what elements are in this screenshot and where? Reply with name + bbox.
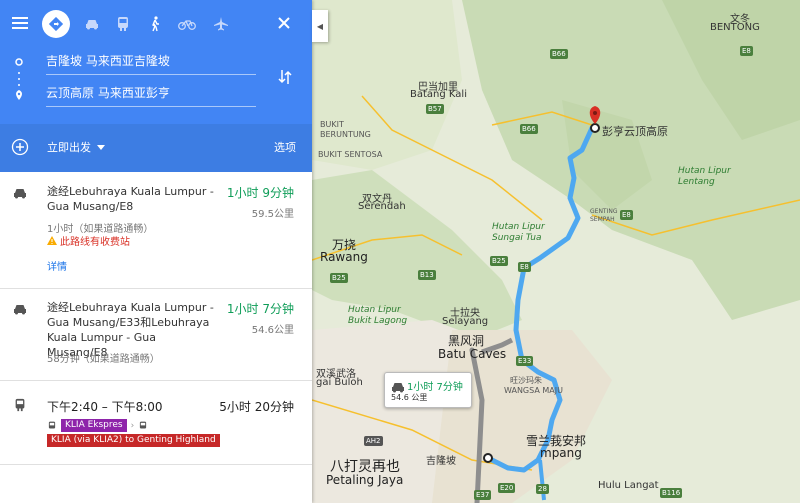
route-time: 1小时 9分钟 (226, 186, 294, 200)
route-dots-icon (15, 58, 23, 100)
add-destination-icon[interactable] (10, 137, 30, 157)
toll-warning: 此路线有收费站 (47, 233, 130, 248)
road-shield: E33 (516, 356, 534, 366)
toll-warning-text: 此路线有收费站 (60, 237, 130, 248)
road-shield: E8 (518, 262, 531, 272)
details-link[interactable]: 详情 (47, 258, 67, 273)
route-option-transit[interactable]: 下午2:40 – 下午8:00 5小时 20分钟 KLIA Ekspres › … (0, 380, 312, 465)
road-shield: E8 (620, 210, 633, 220)
road-shield: B25 (330, 273, 348, 283)
swap-icon[interactable] (274, 66, 296, 88)
transit-schedule: 下午2:40 – 下午8:00 (47, 400, 163, 414)
map-label-wangsa-cn: 旺沙玛朱 (510, 376, 542, 385)
walk-icon[interactable] (141, 10, 169, 38)
road-shield: 28 (536, 484, 549, 494)
road-shield: B13 (418, 270, 436, 280)
genting-bus-badge: KLIA (via KLIA2) to Genting Highland (47, 434, 220, 447)
car-icon[interactable] (78, 10, 106, 38)
map-label-ampang: mpang (540, 446, 582, 460)
transit-line-1: KLIA Ekspres › (47, 419, 148, 432)
route-via: 途经Lebuhraya Kuala Lumpur - Gua Musang/E8 (47, 185, 214, 213)
options-button[interactable]: 选项 (274, 139, 296, 155)
tooltip-time: 1小时 7分钟 (407, 382, 463, 393)
map-label-selayang: Selayang (442, 316, 489, 327)
travel-mode-bar (0, 0, 312, 46)
menu-icon[interactable] (10, 13, 30, 33)
directions-panel: 吉隆坡 马来西亚吉隆坡 云顶高原 马来西亚彭亨 立即出发 选项 途经Lebuhr… (0, 0, 312, 503)
route-distance: 54.6公里 (251, 325, 294, 336)
map-label-sungai-buloh: gai Buloh (316, 377, 363, 388)
route-tooltip[interactable]: 1小时 7分钟 54.6 公里 (384, 372, 472, 408)
map-label-wangsa: WANGSA MAJU (504, 386, 563, 395)
transit-icon[interactable] (109, 10, 137, 38)
map-label-hutan-lentang: Hutan Lipur Lentang (678, 166, 731, 187)
map-label-batu-caves: Batu Caves (438, 347, 507, 361)
road-shield: AH2 (364, 436, 383, 446)
map-label-destination-cn: 彭亨云顶高原 (602, 125, 668, 138)
map-label-kl-cn: 吉隆坡 (426, 456, 456, 467)
route-traffic-note: 58分钟（如果道路通畅） (47, 354, 160, 365)
warning-icon (47, 236, 57, 245)
route-option-1[interactable]: 途经Lebuhraya Kuala Lumpur - Gua Musang/E8… (0, 172, 312, 289)
map-label-bukit-beruntung: BUKIT BERUNTUNG (320, 120, 371, 139)
flight-icon[interactable] (207, 10, 235, 38)
road-shield: B66 (550, 49, 568, 59)
map-label-genting-sempah: GENTING SEMPAH (590, 208, 618, 223)
chevron-down-icon (97, 144, 105, 150)
origin-input[interactable]: 吉隆坡 马来西亚吉隆坡 (46, 50, 256, 75)
map-label-petaling: Petaling Jaya (326, 473, 404, 487)
road-shield: B57 (426, 104, 444, 114)
road-shield: E20 (498, 483, 516, 493)
depart-label: 立即出发 (47, 141, 91, 154)
map-label-rawang: Rawang (320, 250, 368, 264)
travel-modes (42, 10, 242, 38)
bus-icon (140, 421, 147, 428)
map-label-hutan-sungai-tua: Hutan Lipur Sungai Tua (492, 222, 545, 243)
map-label-batang-kali: Batang Kali (410, 89, 467, 100)
map-background (312, 0, 800, 503)
map-label-hulu-langat: Hulu Langat (598, 480, 659, 491)
bike-icon[interactable] (173, 10, 201, 38)
road-shield: E37 (474, 490, 492, 500)
route-distance: 59.5公里 (251, 209, 294, 220)
depart-time-dropdown[interactable]: 立即出发 (47, 139, 105, 155)
road-shield: B66 (520, 124, 538, 134)
car-icon (14, 305, 26, 315)
transit-icon (15, 398, 25, 412)
road-shield: B116 (660, 488, 683, 498)
map-canvas[interactable] (312, 0, 800, 503)
klia-ekspres-badge: KLIA Ekspres (61, 419, 127, 432)
route-inputs: 吉隆坡 马来西亚吉隆坡 云顶高原 马来西亚彭亨 (0, 46, 312, 120)
road-shield: E8 (740, 46, 753, 56)
route-option-2[interactable]: 途经Lebuhraya Kuala Lumpur - Gua Musang/E3… (0, 288, 312, 381)
drive-icon[interactable] (42, 10, 70, 38)
route-time: 1小时 7分钟 (226, 302, 294, 316)
road-shield: B25 (490, 256, 508, 266)
close-icon[interactable] (274, 13, 294, 33)
train-icon (48, 421, 56, 428)
map-label-hutan-bukit-lagong: Hutan Lipur Bukit Lagong (348, 305, 408, 326)
map-label-bentong: BENTONG (710, 22, 760, 33)
tooltip-distance: 54.6 公里 (391, 393, 428, 402)
car-icon (14, 189, 26, 199)
map-label-serendah: Serendah (358, 201, 406, 212)
map-label-bukit-sentosa: BUKIT SENTOSA (318, 150, 383, 159)
chevron-right-icon: › (130, 420, 135, 431)
directions-header: 吉隆坡 马来西亚吉隆坡 云顶高原 马来西亚彭亨 立即出发 选项 (0, 0, 312, 172)
route-time: 5小时 20分钟 (219, 400, 294, 414)
destination-input[interactable]: 云顶高原 马来西亚彭亨 (46, 82, 256, 107)
transit-line-2: KLIA (via KLIA2) to Genting Highland (47, 434, 220, 447)
collapse-panel-button[interactable]: ◀ (312, 10, 328, 42)
